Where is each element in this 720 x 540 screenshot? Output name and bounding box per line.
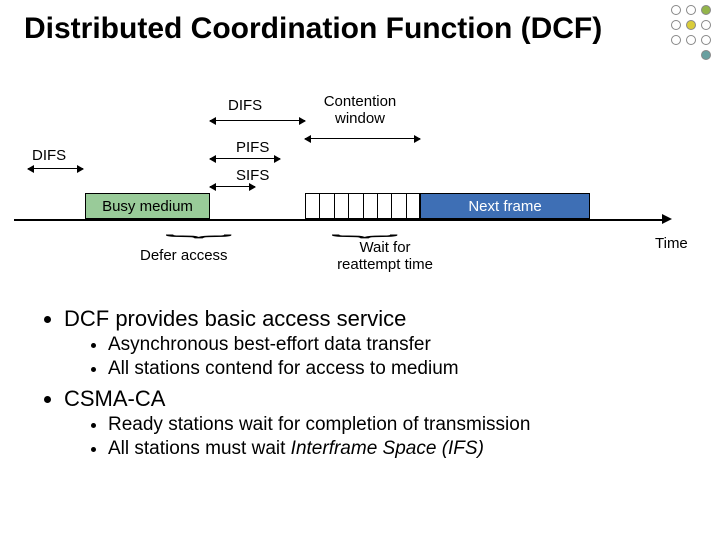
time-axis-arrowhead [662,214,672,224]
contention-window-slots [305,193,420,219]
arrow-pifs [210,158,280,159]
bullet-dcf-text: DCF provides basic access service [64,306,406,331]
label-contention-window: Contention window [310,94,410,127]
arrow-difs-left [28,168,83,169]
dcf-timing-diagram: DIFS Contention window DIFS PIFS SIFS Bu… [0,98,720,288]
label-difs-top: DIFS [228,98,262,115]
bullet-ifs-pre: All stations must wait [108,438,291,459]
label-defer-access: Defer access [140,248,228,265]
brace-defer: ⏟ [165,218,232,238]
contention-slot-divider [363,194,364,218]
bullet-ifs: All stations must wait Interframe Space … [108,438,696,460]
label-wait-reattempt: Wait for reattempt time [320,240,450,273]
bullet-ready: Ready stations wait for completion of tr… [108,414,696,436]
bullet-dcf: DCF provides basic access service Asynch… [64,306,696,380]
contention-slot-divider [319,194,320,218]
brace-wait: ⏟ [331,218,398,238]
page-title: Distributed Coordination Function (DCF) [0,0,720,47]
corner-decoration [650,0,720,70]
label-difs-left: DIFS [32,148,66,165]
contention-slot-divider [334,194,335,218]
bullet-csma: CSMA-CA Ready stations wait for completi… [64,386,696,460]
arrow-sifs [210,186,255,187]
busy-medium-label: Busy medium [102,198,193,215]
bullet-csma-text: CSMA-CA [64,386,165,411]
contention-slot-divider [377,194,378,218]
bullet-async: Asynchronous best-effort data transfer [108,334,696,356]
contention-slot-divider [348,194,349,218]
arrow-difs [210,120,305,121]
arrow-contention-window [305,138,420,139]
contention-slot-divider [406,194,407,218]
contention-slot-divider [391,194,392,218]
label-time: Time [655,236,688,253]
next-frame-label: Next frame [468,198,541,215]
busy-medium-box: Busy medium [85,193,210,219]
bullet-content: DCF provides basic access service Asynch… [40,300,696,464]
next-frame-box: Next frame [420,193,590,219]
label-pifs: PIFS [236,140,269,157]
bullet-ifs-em: Interframe Space (IFS) [291,438,484,459]
bullet-contend: All stations contend for access to mediu… [108,358,696,380]
